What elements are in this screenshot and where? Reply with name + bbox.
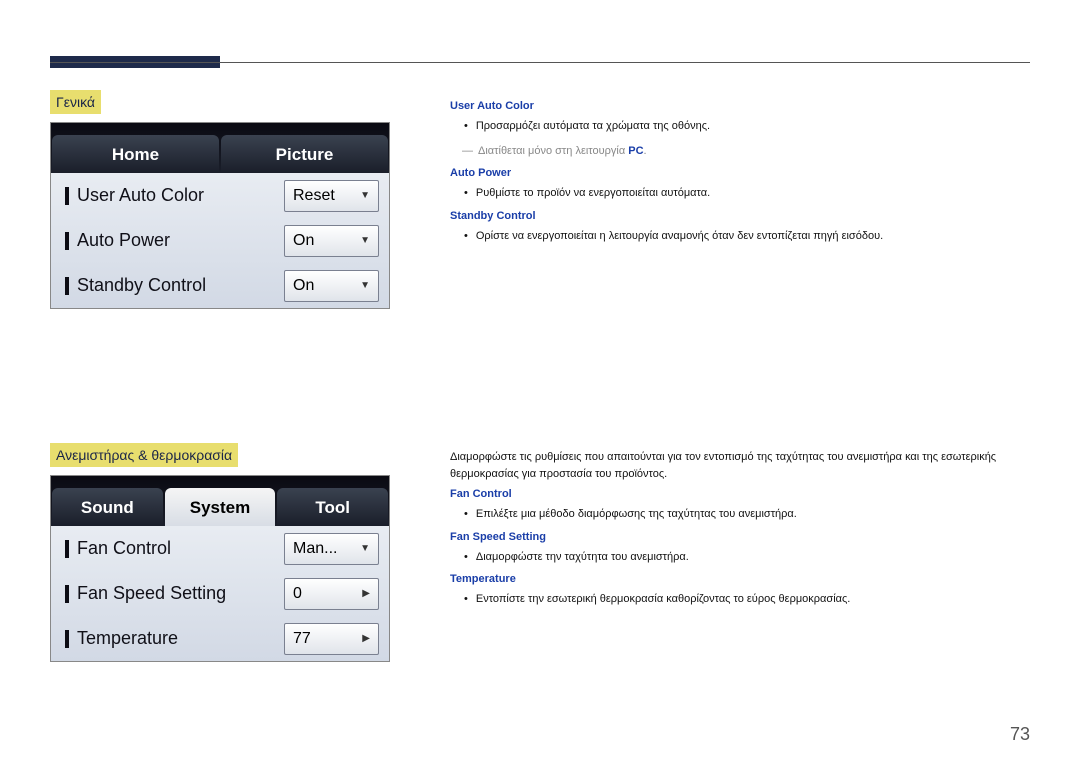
spinner-fan-speed[interactable]: 0▶ <box>284 578 379 610</box>
desc-heading: Temperature <box>450 573 1030 585</box>
tab-picture[interactable]: Picture <box>221 135 388 173</box>
screenshot-general: Home Picture User Auto Color Reset▼ Auto… <box>50 122 390 309</box>
tab-sound[interactable]: Sound <box>52 488 163 526</box>
section-label-general: Γενικά <box>50 90 101 114</box>
desc-bullet: Προσαρμόζει αυτόματα τα χρώματα της οθόν… <box>464 118 1030 135</box>
row-user-auto-color: User Auto Color Reset▼ <box>51 173 389 218</box>
desc-heading: Fan Speed Setting <box>450 531 1030 543</box>
row-temperature: Temperature 77▶ <box>51 616 389 661</box>
tab-system[interactable]: System <box>165 488 276 526</box>
section-intro: Διαμορφώστε τις ρυθμίσεις που απαιτούντα… <box>450 449 1030 482</box>
triangle-right-icon: ▶ <box>362 588 370 599</box>
select-standby-control[interactable]: On▼ <box>284 270 379 302</box>
section-label-fan-temp: Ανεμιστήρας & θερμοκρασία <box>50 443 238 467</box>
row-label: Fan Control <box>77 538 171 559</box>
row-label: Fan Speed Setting <box>77 583 226 604</box>
row-label: Standby Control <box>77 275 206 296</box>
screenshot-tabs: Home Picture <box>51 123 389 173</box>
select-user-auto-color[interactable]: Reset▼ <box>284 180 379 212</box>
desc-bullet: Ορίστε να ενεργοποιείται η λειτουργία αν… <box>464 228 1030 245</box>
desc-bullet: Εντοπίστε την εσωτερική θερμοκρασία καθο… <box>464 591 1030 608</box>
row-label: Auto Power <box>77 230 170 251</box>
chevron-down-icon: ▼ <box>360 280 370 291</box>
chevron-down-icon: ▼ <box>360 190 370 201</box>
row-label: User Auto Color <box>77 185 204 206</box>
row-standby-control: Standby Control On▼ <box>51 263 389 308</box>
desc-heading: Auto Power <box>450 167 1030 179</box>
row-label: Temperature <box>77 628 178 649</box>
desc-bullet: Επιλέξτε μια μέθοδο διαμόρφωσης της ταχύ… <box>464 506 1030 523</box>
chevron-down-icon: ▼ <box>360 543 370 554</box>
row-auto-power: Auto Power On▼ <box>51 218 389 263</box>
tab-tool[interactable]: Tool <box>277 488 388 526</box>
desc-heading: User Auto Color <box>450 100 1030 112</box>
desc-heading: Standby Control <box>450 210 1030 222</box>
select-fan-control[interactable]: Man...▼ <box>284 533 379 565</box>
select-auto-power[interactable]: On▼ <box>284 225 379 257</box>
desc-note: Διατίθεται μόνο στη λειτουργία PC. <box>478 143 1030 160</box>
spinner-temperature[interactable]: 77▶ <box>284 623 379 655</box>
row-fan-speed: Fan Speed Setting 0▶ <box>51 571 389 616</box>
desc-bullet: Διαμορφώστε την ταχύτητα του ανεμιστήρα. <box>464 549 1030 566</box>
row-fan-control: Fan Control Man...▼ <box>51 526 389 571</box>
header-divider <box>50 62 1030 63</box>
chevron-down-icon: ▼ <box>360 235 370 246</box>
desc-heading: Fan Control <box>450 488 1030 500</box>
triangle-right-icon: ▶ <box>362 633 370 644</box>
desc-bullet: Ρυθμίστε το προϊόν να ενεργοποιείται αυτ… <box>464 185 1030 202</box>
tab-home[interactable]: Home <box>52 135 219 173</box>
page-number: 73 <box>1010 724 1030 745</box>
screenshot-tabs: Sound System Tool <box>51 476 389 526</box>
screenshot-fan-temp: Sound System Tool Fan Control Man...▼ Fa… <box>50 475 390 662</box>
